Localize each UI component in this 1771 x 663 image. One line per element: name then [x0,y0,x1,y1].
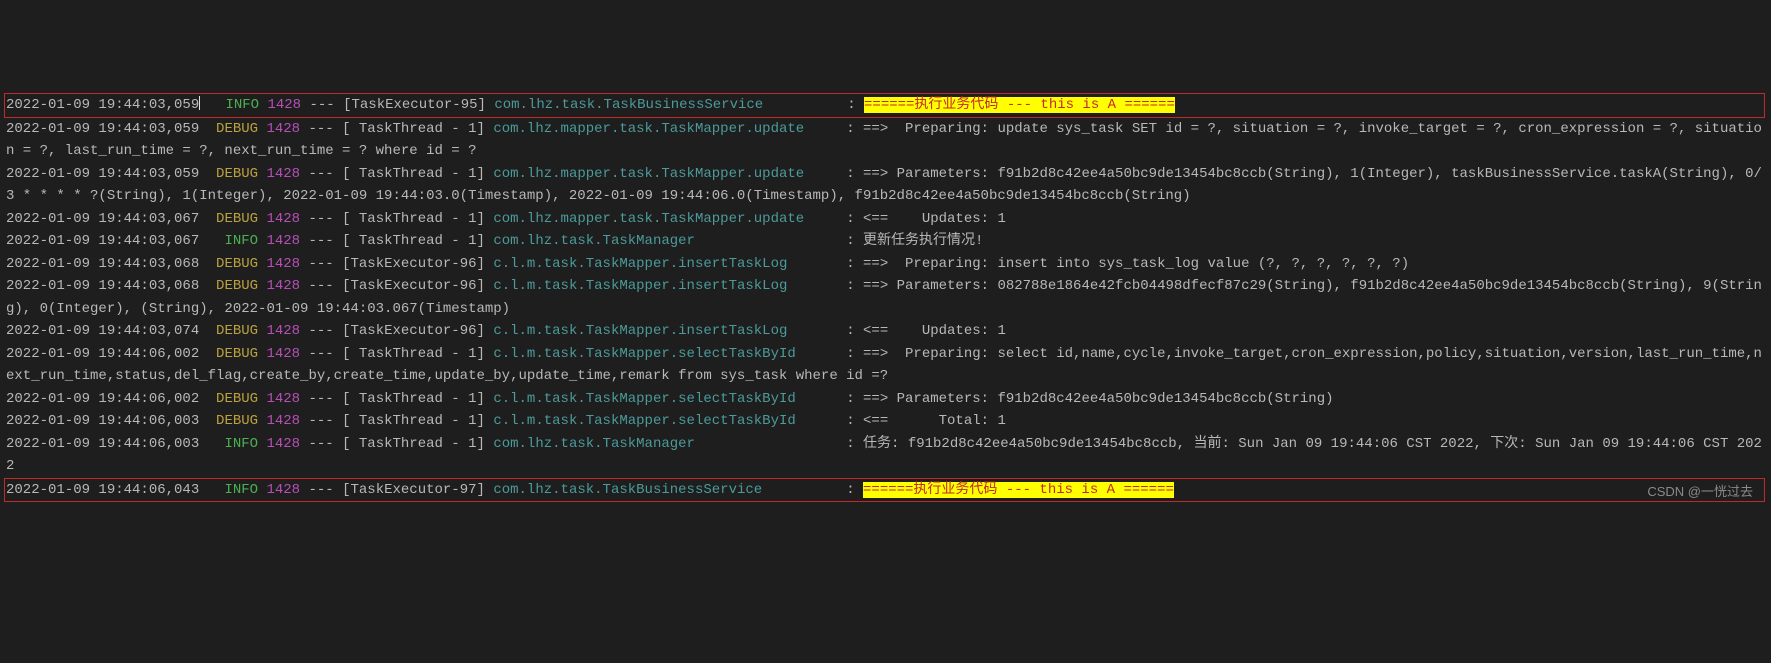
log-thread: [TaskExecutor-95] [343,97,486,113]
log-logger: com.lhz.mapper.task.TaskMapper.update [493,121,837,137]
log-logger: com.lhz.task.TaskBusinessService [493,482,837,498]
log-line: 2022-01-09 19:44:03,059 INFO 1428 --- [T… [4,93,1765,118]
log-pid: 1428 [266,413,300,429]
log-logger: com.lhz.mapper.task.TaskMapper.update [493,211,837,227]
log-line: 2022-01-09 19:44:03,068 DEBUG 1428 --- [… [6,275,1765,320]
log-pid: 1428 [266,121,300,137]
log-line: 2022-01-09 19:44:06,002 DEBUG 1428 --- [… [6,343,1765,388]
log-level: DEBUG [216,323,258,339]
log-pid: 1428 [266,391,300,407]
log-timestamp: 2022-01-09 19:44:03,068 [6,278,199,294]
log-level: DEBUG [216,391,258,407]
log-logger: com.lhz.mapper.task.TaskMapper.update [493,166,837,182]
log-timestamp: 2022-01-09 19:44:03,068 [6,256,199,272]
log-pid: 1428 [266,166,300,182]
log-level: INFO [216,482,258,498]
log-line: 2022-01-09 19:44:03,074 DEBUG 1428 --- [… [6,320,1765,343]
log-level: DEBUG [216,166,258,182]
log-pid: 1428 [266,256,300,272]
log-level: INFO [216,436,258,452]
log-pid: 1428 [266,323,300,339]
log-level: INFO [217,97,259,113]
log-message: ======执行业务代码 --- this is A ====== [864,97,1175,113]
text-caret [199,96,200,110]
log-thread: [TaskExecutor-96] [342,256,485,272]
log-timestamp: 2022-01-09 19:44:03,067 [6,233,199,249]
log-message: ==> Parameters: f91b2d8c42ee4a50bc9de134… [863,391,1333,407]
log-message: <== Total: 1 [863,413,1006,429]
log-logger: com.lhz.task.TaskManager [493,436,837,452]
log-pid: 1428 [266,211,300,227]
log-timestamp: 2022-01-09 19:44:06,003 [6,436,199,452]
log-timestamp: 2022-01-09 19:44:03,059 [6,166,199,182]
log-message: <== Updates: 1 [863,323,1006,339]
log-logger: c.l.m.task.TaskMapper.insertTaskLog [493,278,837,294]
log-logger: com.lhz.task.TaskBusinessService [494,97,838,113]
log-output: 2022-01-09 19:44:03,059 INFO 1428 --- [T… [6,93,1765,502]
log-thread: [ TaskThread - 1] [342,413,485,429]
log-pid: 1428 [266,278,300,294]
log-message: 更新任务执行情况! [863,233,983,249]
log-timestamp: 2022-01-09 19:44:03,074 [6,323,199,339]
log-level: DEBUG [216,256,258,272]
log-line: 2022-01-09 19:44:03,067 DEBUG 1428 --- [… [6,208,1765,231]
log-level: DEBUG [216,413,258,429]
log-thread: [ TaskThread - 1] [342,436,485,452]
log-level: DEBUG [216,211,258,227]
log-logger: c.l.m.task.TaskMapper.insertTaskLog [493,323,837,339]
log-level: DEBUG [216,346,258,362]
log-timestamp: 2022-01-09 19:44:06,043 [6,482,199,498]
log-line: 2022-01-09 19:44:03,059 DEBUG 1428 --- [… [6,118,1765,163]
log-thread: [ TaskThread - 1] [342,233,485,249]
log-level: DEBUG [216,121,258,137]
log-line: 2022-01-09 19:44:06,002 DEBUG 1428 --- [… [6,388,1765,411]
log-thread: [ TaskThread - 1] [342,121,485,137]
log-level: INFO [216,233,258,249]
log-pid: 1428 [266,233,300,249]
log-thread: [ TaskThread - 1] [342,346,485,362]
log-message: ==> Preparing: insert into sys_task_log … [863,256,1409,272]
log-thread: [TaskExecutor-96] [342,323,485,339]
log-logger: c.l.m.task.TaskMapper.insertTaskLog [493,256,837,272]
log-thread: [ TaskThread - 1] [342,391,485,407]
log-line: 2022-01-09 19:44:06,003 INFO 1428 --- [ … [6,433,1765,478]
log-message: ======执行业务代码 --- this is A ====== [863,482,1174,498]
log-thread: [TaskExecutor-97] [342,482,485,498]
log-timestamp: 2022-01-09 19:44:06,002 [6,391,199,407]
log-line: 2022-01-09 19:44:03,068 DEBUG 1428 --- [… [6,253,1765,276]
log-thread: [TaskExecutor-96] [342,278,485,294]
log-logger: c.l.m.task.TaskMapper.selectTaskById [493,413,837,429]
log-line: 2022-01-09 19:44:06,003 DEBUG 1428 --- [… [6,410,1765,433]
log-timestamp: 2022-01-09 19:44:06,003 [6,413,199,429]
log-timestamp: 2022-01-09 19:44:03,059 [6,121,199,137]
log-line: 2022-01-09 19:44:03,067 INFO 1428 --- [ … [6,230,1765,253]
log-thread: [ TaskThread - 1] [342,166,485,182]
log-level: DEBUG [216,278,258,294]
watermark-text: CSDN @一恍过去 [1647,481,1753,504]
log-logger: c.l.m.task.TaskMapper.selectTaskById [493,391,837,407]
log-logger: com.lhz.task.TaskManager [493,233,837,249]
log-message: <== Updates: 1 [863,211,1006,227]
log-pid: 1428 [266,346,300,362]
log-timestamp: 2022-01-09 19:44:06,002 [6,346,199,362]
log-line: 2022-01-09 19:44:06,043 INFO 1428 --- [T… [4,478,1765,503]
log-timestamp: 2022-01-09 19:44:03,059 [6,97,199,113]
log-timestamp: 2022-01-09 19:44:03,067 [6,211,199,227]
log-pid: 1428 [266,482,300,498]
log-pid: 1428 [267,97,301,113]
log-logger: c.l.m.task.TaskMapper.selectTaskById [493,346,837,362]
log-line: 2022-01-09 19:44:03,059 DEBUG 1428 --- [… [6,163,1765,208]
log-pid: 1428 [266,436,300,452]
log-thread: [ TaskThread - 1] [342,211,485,227]
